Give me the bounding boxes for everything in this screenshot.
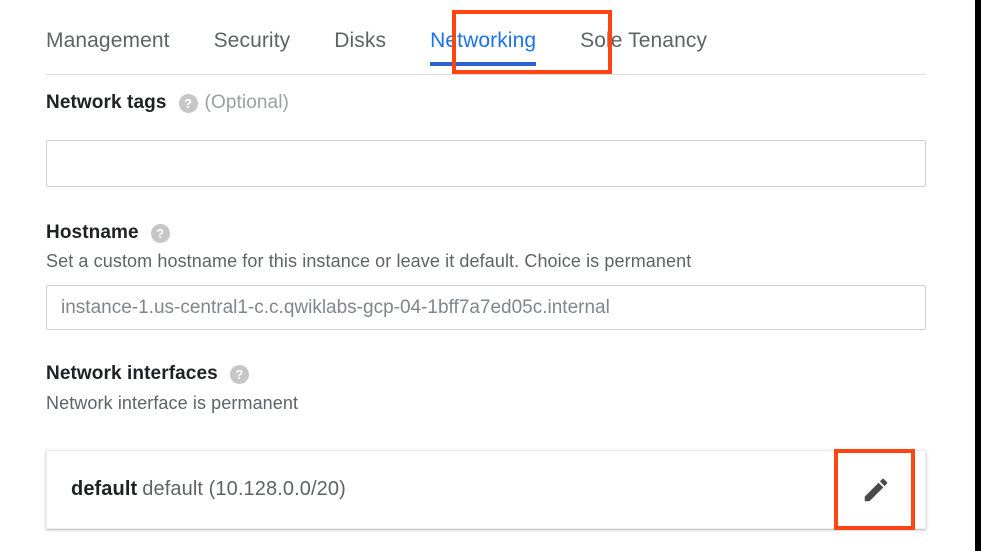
help-icon[interactable]: ?	[150, 223, 170, 243]
tab-disks-label: Disks	[334, 29, 387, 52]
tab-bar: Management Security Disks Networking Sol…	[46, 18, 926, 74]
network-interface-detail: default (10.128.0.0/20)	[142, 478, 346, 500]
network-interfaces-label-row: Network interfaces ?	[46, 363, 249, 385]
network-interface-name: default	[71, 478, 138, 500]
network-tags-label-row: Network tags ? (Optional)	[46, 92, 289, 114]
tab-management-label: Management	[46, 29, 170, 52]
network-interface-summary: default default (10.128.0.0/20)	[47, 478, 346, 501]
network-tags-title: Network tags	[46, 92, 167, 113]
networking-tab-panel: Management Security Disks Networking Sol…	[0, 0, 975, 551]
network-tags-optional-label: (Optional)	[204, 92, 289, 113]
tab-security-label: Security	[213, 29, 291, 52]
tab-active-underline	[430, 62, 537, 66]
hostname-label-row: Hostname ?	[46, 222, 170, 244]
hostname-title: Hostname	[46, 222, 139, 243]
network-interfaces-description: Network interface is permanent	[46, 393, 299, 413]
tab-security[interactable]: Security	[214, 18, 291, 64]
network-interfaces-title: Network interfaces	[46, 363, 218, 384]
network-interface-row[interactable]: default default (10.128.0.0/20)	[46, 450, 926, 529]
right-edge-strip	[975, 0, 981, 551]
network-interface-edit-button[interactable]	[837, 451, 915, 528]
hostname-description: Set a custom hostname for this instance …	[46, 251, 692, 271]
tab-networking[interactable]: Networking	[430, 18, 537, 66]
help-icon[interactable]: ?	[229, 364, 249, 384]
tab-sole-tenancy-label: Sole Tenancy	[580, 29, 708, 52]
help-icon[interactable]: ?	[178, 93, 198, 113]
pencil-icon	[864, 478, 888, 501]
tab-disks[interactable]: Disks	[334, 18, 386, 64]
tab-list: Management Security Disks Networking Sol…	[46, 18, 926, 70]
network-tags-input[interactable]	[46, 140, 926, 187]
tab-sole-tenancy[interactable]: Sole Tenancy	[580, 18, 707, 64]
tab-bar-divider	[46, 74, 926, 75]
tab-management[interactable]: Management	[46, 18, 170, 64]
hostname-input[interactable]	[46, 285, 926, 330]
tab-networking-label: Networking	[430, 29, 537, 52]
